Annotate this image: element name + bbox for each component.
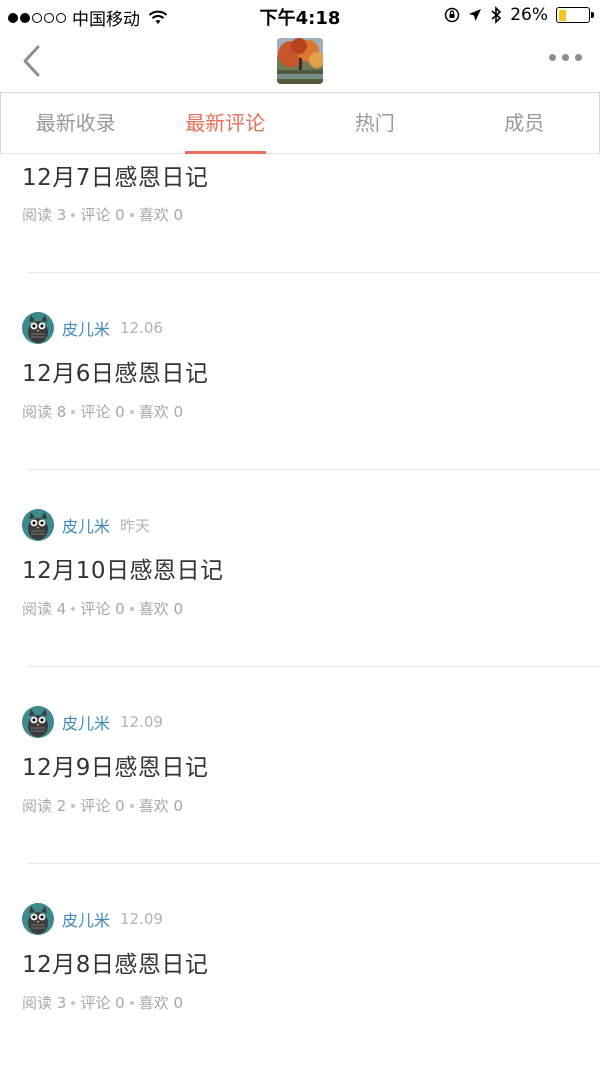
- battery-percent: 26%: [510, 5, 548, 25]
- author-name[interactable]: 皮儿米: [62, 710, 110, 734]
- comment-label: 评论: [80, 403, 111, 421]
- like-label: 喜欢: [138, 206, 169, 224]
- like-count: 0: [173, 993, 184, 1012]
- avatar[interactable]: [22, 312, 54, 344]
- tab-latest-comments[interactable]: 最新评论: [151, 93, 301, 154]
- battery-icon: [556, 7, 594, 23]
- article-title[interactable]: 12月10日感恩日记: [22, 551, 224, 585]
- post-time: 12.06: [120, 319, 163, 337]
- read-count: 8: [56, 402, 67, 421]
- read-label: 阅读: [22, 994, 53, 1012]
- comment-label: 评论: [80, 994, 111, 1012]
- avatar[interactable]: [22, 903, 54, 935]
- article-stats: 阅读 3 评论 0 喜欢 0: [22, 204, 183, 225]
- status-bar: 中国移动 下午4:18 26%: [0, 0, 600, 32]
- divider: [28, 863, 600, 864]
- author-name[interactable]: 皮儿米: [62, 907, 110, 931]
- chevron-left-icon[interactable]: [18, 44, 48, 78]
- avatar[interactable]: [22, 706, 54, 738]
- like-label: 喜欢: [138, 994, 169, 1012]
- read-count: 2: [56, 796, 67, 815]
- post-time: 昨天: [120, 516, 151, 535]
- article-stats: 阅读 4 评论 0 喜欢 0: [22, 598, 183, 619]
- article-stats: 阅读 2 评论 0 喜欢 0: [22, 795, 183, 816]
- read-count: 4: [56, 599, 67, 618]
- author-name[interactable]: 皮儿米: [62, 316, 110, 340]
- like-count: 0: [173, 205, 184, 224]
- like-count: 0: [173, 796, 184, 815]
- like-label: 喜欢: [138, 797, 169, 815]
- author-name[interactable]: 皮儿米: [62, 513, 110, 537]
- article-meta: 皮儿米 12.09: [22, 903, 163, 935]
- post-time: 12.09: [120, 713, 163, 731]
- comment-label: 评论: [80, 797, 111, 815]
- article-stats: 阅读 8 评论 0 喜欢 0: [22, 401, 183, 422]
- article-title[interactable]: 12月8日感恩日记: [22, 945, 208, 979]
- read-label: 阅读: [22, 600, 53, 618]
- tab-hot[interactable]: 热门: [300, 93, 450, 153]
- article-title[interactable]: 12月6日感恩日记: [22, 354, 208, 388]
- battery-level-fill: [558, 9, 567, 21]
- tab-latest-included[interactable]: 最新收录: [1, 93, 151, 153]
- article-title[interactable]: 12月9日感恩日记: [22, 748, 208, 782]
- divider: [28, 272, 600, 273]
- avatar[interactable]: [22, 509, 54, 541]
- nav-bar: [0, 32, 600, 92]
- divider: [28, 469, 600, 470]
- comment-label: 评论: [80, 206, 111, 224]
- comment-count: 0: [115, 796, 125, 815]
- read-label: 阅读: [22, 403, 53, 421]
- read-label: 阅读: [22, 797, 53, 815]
- article-meta: 皮儿米 12.06: [22, 312, 163, 344]
- ellipsis-icon[interactable]: [549, 54, 582, 61]
- read-count: 3: [56, 205, 67, 224]
- collection-thumbnail[interactable]: [277, 38, 323, 84]
- tab-members[interactable]: 成员: [450, 93, 600, 153]
- tab-bar: 最新收录 最新评论 热门 成员: [0, 92, 600, 154]
- comment-count: 0: [115, 402, 125, 421]
- comment-count: 0: [115, 993, 125, 1012]
- rotation-lock-icon: [444, 7, 460, 23]
- comment-count: 0: [115, 205, 125, 224]
- read-count: 3: [56, 993, 67, 1012]
- like-label: 喜欢: [138, 600, 169, 618]
- article-title[interactable]: 12月7日感恩日记: [22, 158, 208, 192]
- bluetooth-icon: [491, 6, 502, 24]
- article-meta: 皮儿米 昨天: [22, 509, 150, 541]
- article-stats: 阅读 3 评论 0 喜欢 0: [22, 992, 183, 1013]
- location-arrow-icon: [469, 9, 482, 21]
- like-count: 0: [173, 599, 184, 618]
- article-meta: 皮儿米 12.09: [22, 706, 163, 738]
- status-right: 26%: [444, 5, 594, 25]
- like-label: 喜欢: [138, 403, 169, 421]
- post-time: 12.09: [120, 910, 163, 928]
- divider: [28, 666, 600, 667]
- comment-label: 评论: [80, 600, 111, 618]
- like-count: 0: [173, 402, 184, 421]
- comment-count: 0: [115, 599, 125, 618]
- read-label: 阅读: [22, 206, 53, 224]
